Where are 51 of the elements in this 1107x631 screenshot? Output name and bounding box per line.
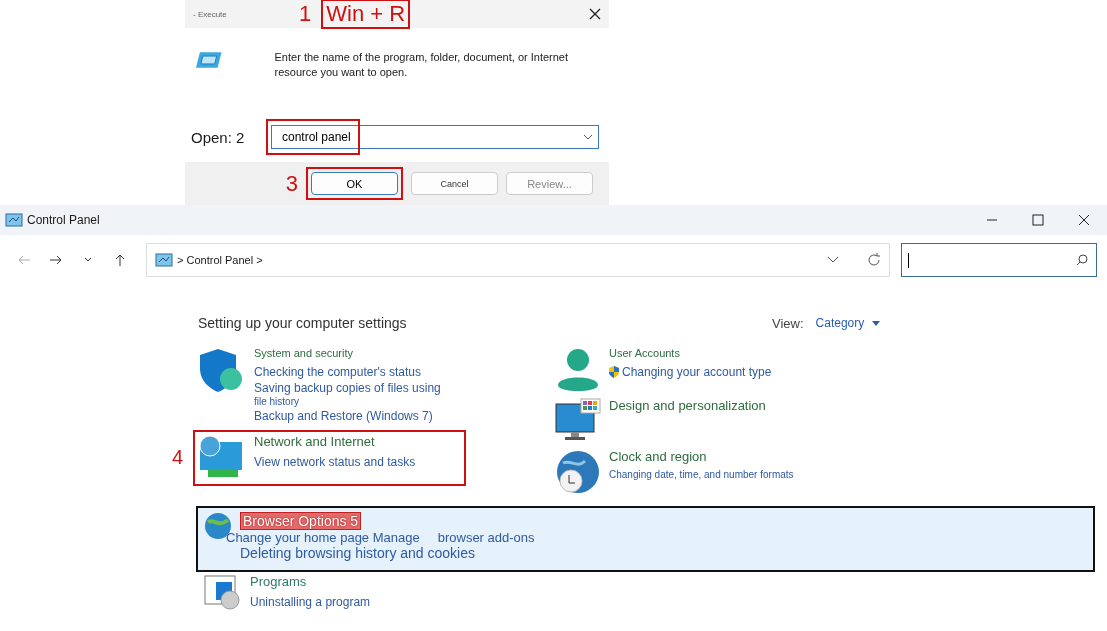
category-link[interactable]: Design and personalization (609, 398, 766, 413)
open-label: Open: 2 (191, 128, 246, 146)
category-link[interactable]: Network and Internet (254, 434, 416, 449)
dialog-button: Review... (506, 172, 593, 195)
prompt-text: Enter the name of the program, folder, document, or Internet resource you want to open. (274, 50, 570, 80)
caret-icon (872, 320, 881, 326)
dialog-button[interactable]: Cancel (411, 172, 498, 195)
window-title: Control Panel (27, 213, 100, 227)
user-icon[interactable] (555, 347, 601, 393)
view-dropdown[interactable]: Category (815, 316, 881, 330)
up-icon[interactable] (113, 253, 127, 267)
task-link[interactable]: Change your home page Manage (226, 530, 420, 545)
category-link[interactable]: User Accounts (609, 347, 772, 359)
dialog-button[interactable]: OK (311, 172, 398, 195)
view-label: View: (772, 315, 804, 331)
step-number: 4 (172, 446, 184, 469)
chevron-icon[interactable] (827, 256, 839, 264)
search-icon[interactable] (1076, 254, 1088, 266)
task-link[interactable]: View network status and tasks (254, 454, 416, 470)
refresh-icon[interactable] (867, 253, 881, 267)
shield-icon (609, 366, 619, 378)
step-number: 3 (285, 170, 298, 197)
task-link[interactable]: Uninstalling a program (250, 594, 371, 610)
control-panel-icon (5, 212, 23, 228)
globe-clock-icon[interactable] (555, 449, 601, 495)
shield-icon[interactable] (198, 347, 244, 393)
shortcut-label: Win + R (321, 0, 411, 29)
monitor-globe-icon[interactable] (198, 434, 244, 480)
task-link[interactable]: browser add-ons (437, 530, 535, 545)
address-bar[interactable]: > Control Panel > (146, 243, 890, 277)
forward-icon[interactable] (49, 253, 63, 267)
task-link[interactable]: Changing date, time, and number formats (609, 469, 794, 481)
task-link[interactable]: Deleting browsing history and cookies (240, 545, 535, 561)
task-link[interactable]: file history (254, 396, 441, 408)
run-icon (195, 50, 223, 70)
dropdown-icon[interactable] (583, 134, 593, 140)
category-link[interactable]: Programs (250, 574, 371, 589)
step-number: 1 (299, 1, 312, 27)
category-link[interactable]: System and security (254, 347, 441, 359)
dialog-title: - Execute (193, 9, 228, 19)
page-heading: Setting up your computer settings (198, 315, 408, 331)
category-link[interactable]: Clock and region (609, 449, 794, 464)
programs-icon[interactable] (204, 574, 240, 610)
control-panel-icon (155, 252, 173, 268)
task-link[interactable]: Changing your account type (609, 364, 772, 380)
task-link[interactable]: Checking the computer's status (254, 364, 441, 380)
close-icon[interactable] (589, 8, 601, 20)
search-field[interactable] (901, 243, 1097, 277)
task-link[interactable]: Backup and Restore (Windows 7) (254, 408, 441, 424)
task-link[interactable]: Saving backup copies of files using (254, 380, 441, 396)
open-field[interactable]: control panel (271, 125, 599, 149)
